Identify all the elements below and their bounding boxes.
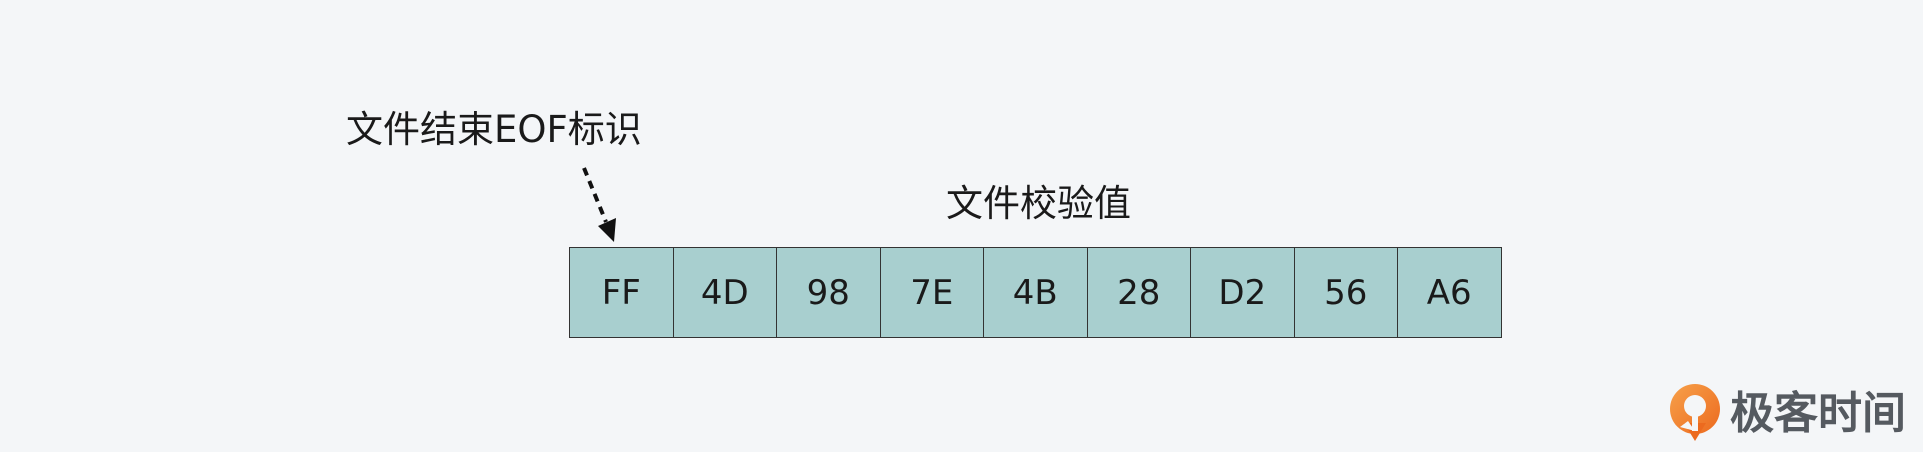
brand-name: 极客时间 bbox=[1730, 388, 1906, 439]
byte-sequence: FF 4D 98 7E 4B 28 D2 56 A6 bbox=[569, 247, 1502, 338]
byte-cell-checksum: 4B bbox=[984, 248, 1088, 337]
eof-marker-label: 文件结束EOF标识 bbox=[346, 108, 642, 151]
byte-cell-checksum: A6 bbox=[1398, 248, 1502, 337]
byte-cell-checksum: 98 bbox=[777, 248, 881, 337]
checksum-label: 文件校验值 bbox=[946, 182, 1131, 225]
geektime-logo-icon bbox=[1670, 384, 1720, 441]
byte-cell-checksum: D2 bbox=[1191, 248, 1295, 337]
byte-cell-checksum: 56 bbox=[1294, 248, 1398, 337]
byte-cell-checksum: 7E bbox=[880, 248, 984, 337]
byte-cell-checksum: 4D bbox=[673, 248, 777, 337]
byte-cell-checksum: 28 bbox=[1087, 248, 1191, 337]
brand-watermark: 极客时间 bbox=[1668, 381, 1906, 447]
eof-pointer-arrow bbox=[582, 167, 616, 242]
byte-cell-eof: FF bbox=[570, 248, 674, 337]
